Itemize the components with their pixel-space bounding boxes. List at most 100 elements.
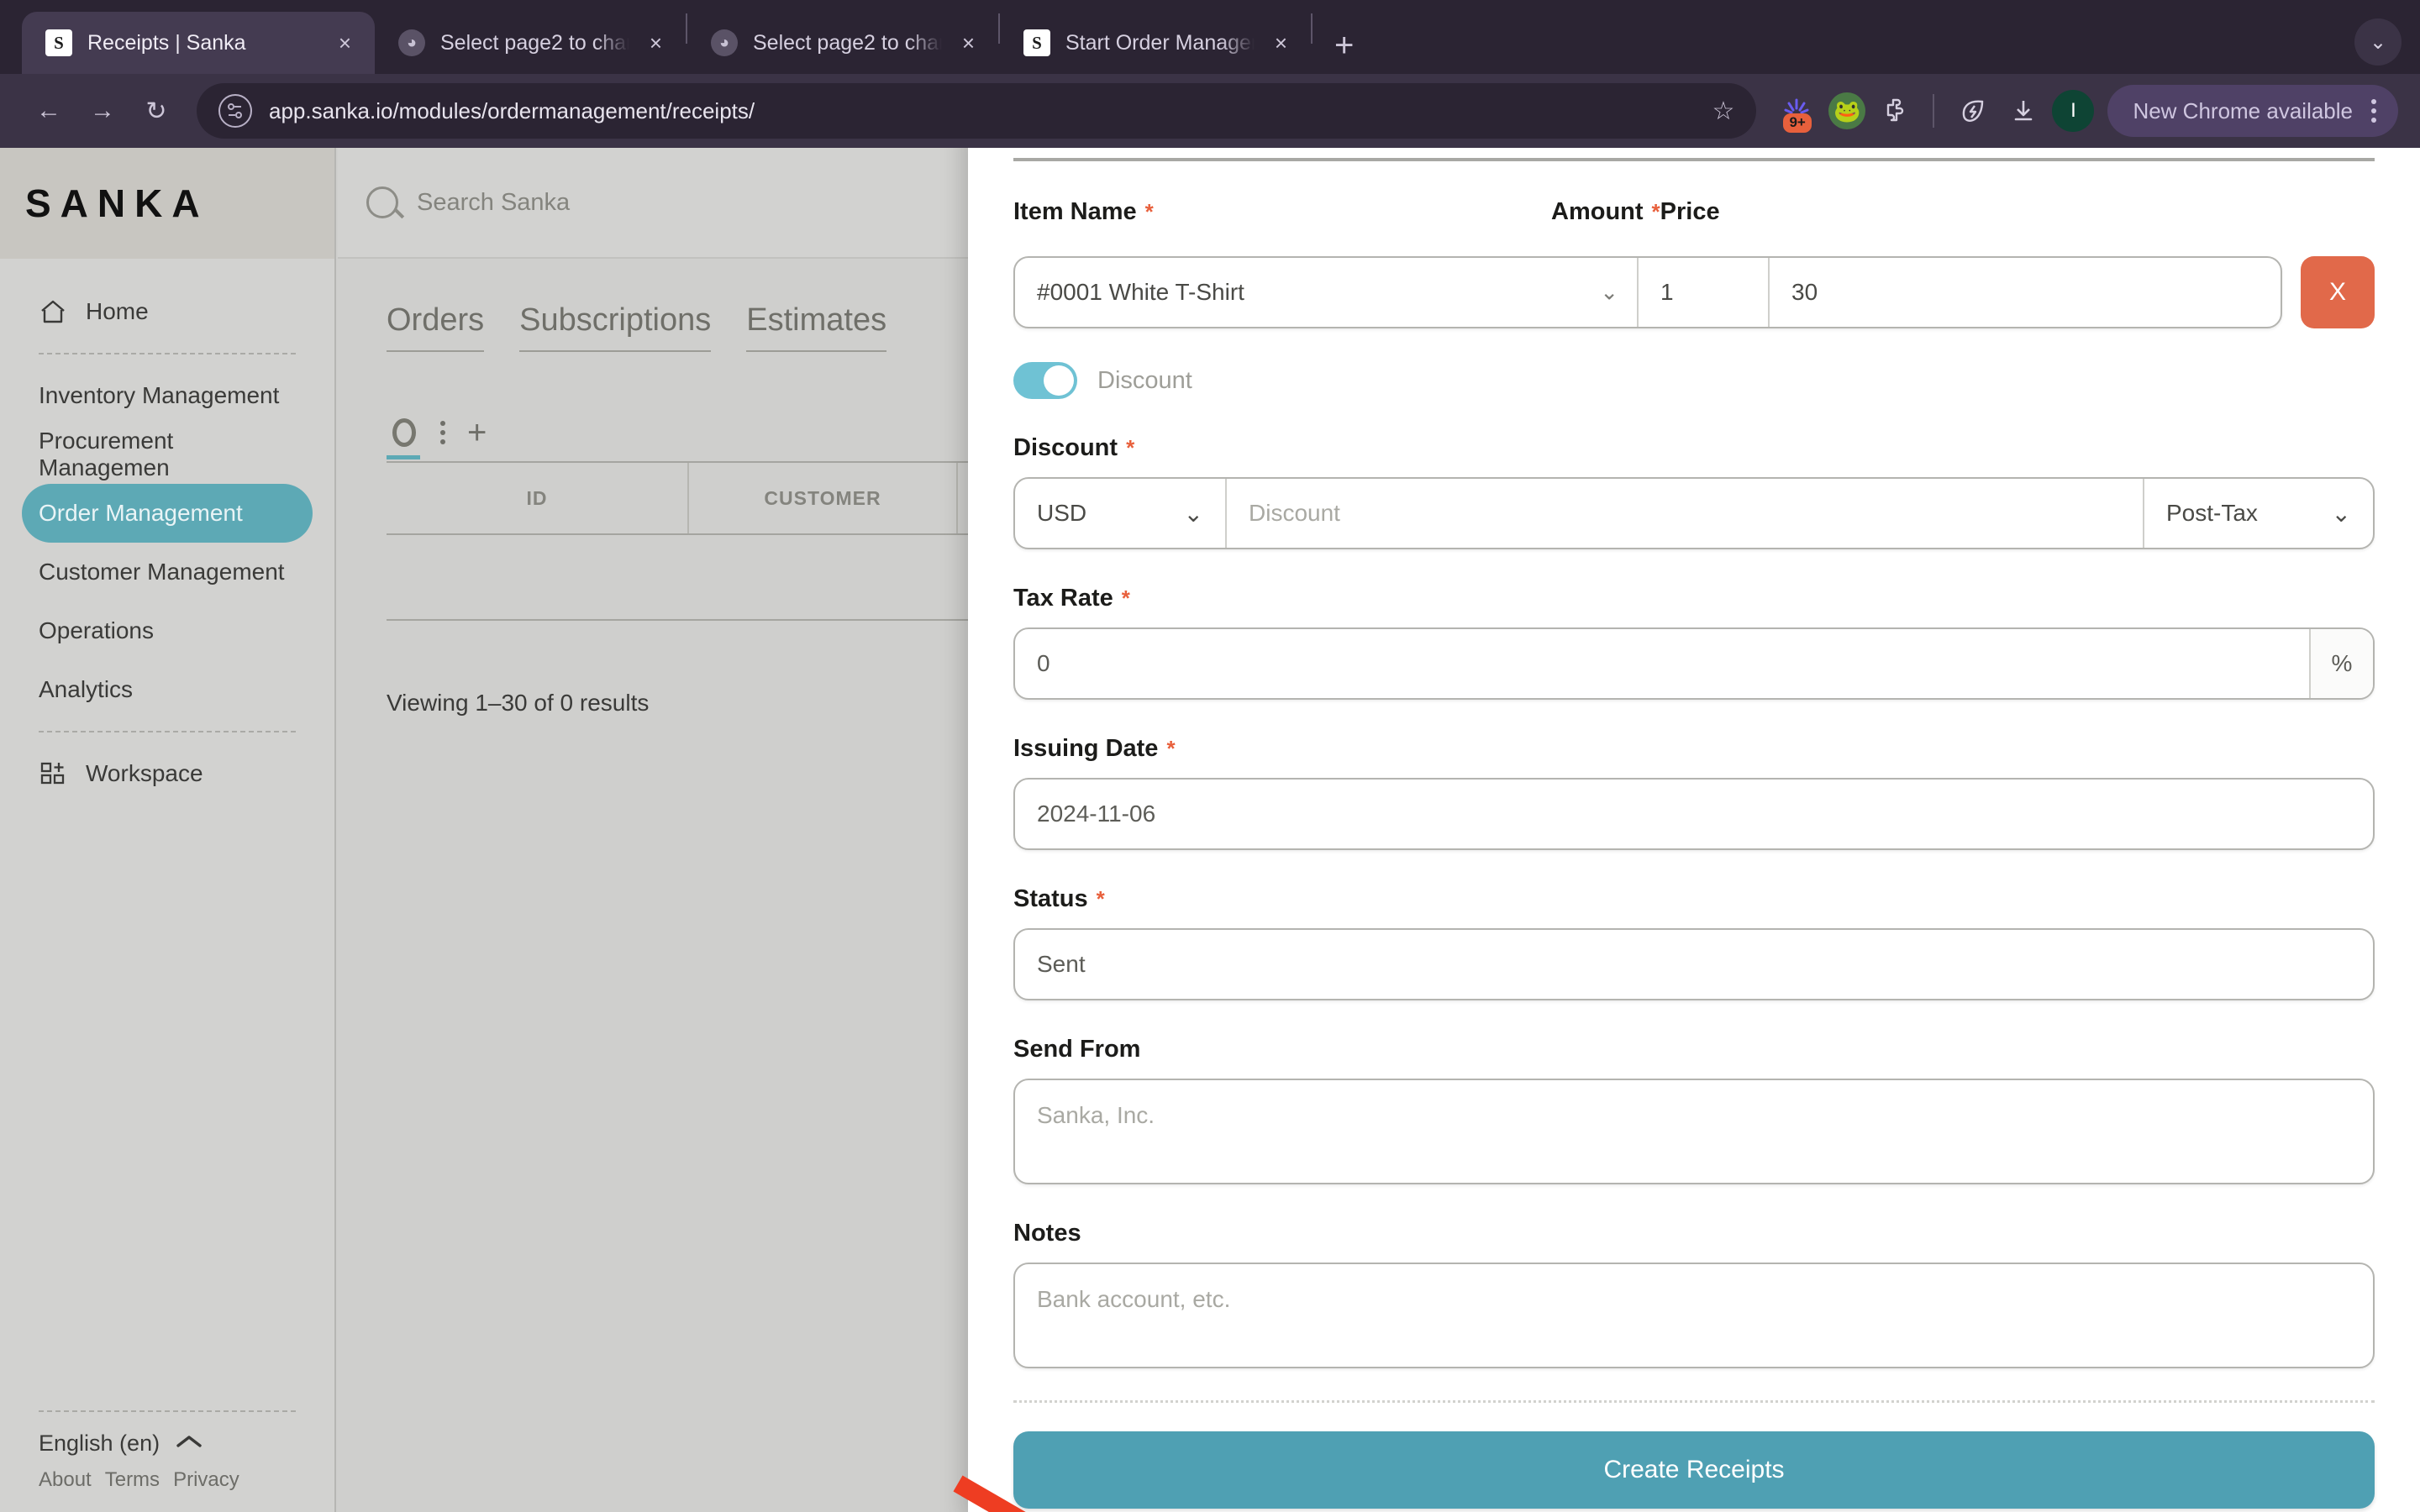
sidebar-item-customer-management[interactable]: Customer Management — [22, 543, 313, 601]
privacy-link[interactable]: Privacy — [173, 1468, 239, 1492]
discount-toggle-row: Discount — [1013, 362, 2375, 399]
required-marker: * — [1121, 585, 1130, 611]
browser-menu-icon[interactable] — [2371, 99, 2376, 123]
tab-estimates[interactable]: Estimates — [746, 302, 887, 352]
tax-rate-input-row: 0 % — [1013, 627, 2375, 700]
tax-rate-label: Tax Rate — [1013, 585, 1113, 612]
sidebar-item-procurement-management[interactable]: Procurement Managemen — [22, 425, 313, 484]
search-icon — [366, 186, 398, 218]
create-receipt-panel: Receipts Based Tax Item Based Tax No Tax… — [968, 148, 2420, 1512]
discount-label-group: Discount * — [1013, 434, 2375, 462]
back-arrow-icon[interactable]: ← — [22, 84, 76, 138]
chrome-update-button[interactable]: New Chrome available — [2107, 85, 2398, 137]
required-marker: * — [1096, 886, 1105, 911]
item-amount-input[interactable]: 1 — [1639, 258, 1770, 327]
terms-link[interactable]: Terms — [105, 1468, 160, 1492]
create-receipts-button[interactable]: Create Receipts — [1013, 1431, 2375, 1509]
site-settings-icon[interactable] — [218, 94, 252, 128]
about-link[interactable]: About — [39, 1468, 92, 1492]
profile-avatar[interactable]: I — [2052, 90, 2095, 132]
view-options-icon[interactable] — [440, 421, 445, 444]
browser-tab-title: Receipts | Sanka — [87, 30, 246, 55]
tab-orders[interactable]: Orders — [387, 302, 485, 352]
tax-rate-block: Tax Rate * 0 % — [1013, 585, 2375, 700]
discount-toggle-label: Discount — [1097, 366, 1192, 394]
forward-arrow-icon[interactable]: → — [76, 84, 129, 138]
add-view-button[interactable]: + — [467, 416, 487, 449]
legal-links: About Terms Privacy — [39, 1468, 296, 1492]
sidebar-item-label: Order Management — [39, 500, 243, 526]
reload-icon[interactable]: ↻ — [129, 84, 183, 138]
tab-close-icon[interactable]: × — [644, 30, 667, 56]
sidebar-nav: Home Inventory Management Procurement Ma… — [0, 259, 334, 803]
home-icon — [39, 297, 67, 326]
tab-close-icon[interactable]: × — [1270, 30, 1292, 56]
sidebar-item-label: Customer Management — [39, 559, 285, 585]
item-name-label: Item Name — [1013, 198, 1137, 225]
discount-toggle[interactable] — [1013, 362, 1077, 399]
sidebar-item-operations[interactable]: Operations — [22, 601, 313, 660]
sidebar-item-inventory-management[interactable]: Inventory Management — [22, 366, 313, 425]
frog-extension-icon[interactable]: 🐸 — [1823, 87, 1870, 134]
extensions-puzzle-icon[interactable] — [1874, 87, 1921, 134]
browser-tab-3[interactable]: S Start Order Management with × — [1000, 12, 1311, 74]
sidebar-item-label: Analytics — [39, 676, 134, 702]
new-tab-button[interactable]: + — [1313, 29, 1376, 74]
discount-amount-input[interactable]: Discount — [1227, 479, 2144, 548]
item-name-select[interactable]: #0001 White T-Shirt ⌄ — [1015, 258, 1639, 327]
price-label-group: Price — [1660, 198, 2375, 226]
browser-tab-2[interactable]: ◕ Select page2 to change | Djan × — [687, 12, 998, 74]
bookmark-star-icon[interactable]: ☆ — [1712, 97, 1735, 126]
tax-rate-input[interactable]: 0 — [1015, 629, 2309, 698]
discount-input-row: USD ⌄ Discount Post-Tax ⌄ — [1013, 477, 2375, 549]
status-input[interactable]: Sent — [1013, 928, 2375, 1000]
tax-rate-label-group: Tax Rate * — [1013, 585, 2375, 612]
remove-line-item-button[interactable]: X — [2301, 256, 2375, 328]
notes-label: Notes — [1013, 1220, 1081, 1247]
chevron-up-icon[interactable] — [175, 1433, 203, 1454]
sidebar-item-analytics[interactable]: Analytics — [22, 660, 313, 719]
send-from-textarea[interactable]: Sanka, Inc. — [1013, 1079, 2375, 1184]
sidebar-footer: English (en) About Terms Privacy — [0, 1410, 334, 1492]
tax-mode-tabs: Receipts Based Tax Item Based Tax No Tax… — [968, 148, 2420, 158]
status-block: Status * Sent — [1013, 885, 2375, 1000]
issuing-date-label-group: Issuing Date * — [1013, 735, 2375, 763]
browser-tab-title: Select page2 to change | Djan — [753, 30, 942, 55]
item-price-input[interactable]: 30 — [1770, 258, 2281, 327]
address-bar[interactable]: app.sanka.io/modules/ordermanagement/rec… — [197, 83, 1757, 139]
browser-tab-1[interactable]: ◕ Select page2 to change | Djan × — [375, 12, 686, 74]
sidebar-item-home[interactable]: Home — [22, 282, 313, 341]
downloads-icon[interactable] — [2000, 87, 2047, 134]
required-marker: * — [1144, 199, 1154, 224]
issuing-date-input[interactable]: 2024-11-06 — [1013, 778, 2375, 850]
sidebar-item-label: Workspace — [86, 760, 203, 786]
discount-mode-select[interactable]: Post-Tax ⌄ — [2144, 479, 2373, 548]
percent-suffix: % — [2309, 629, 2373, 698]
tab-close-icon[interactable]: × — [957, 30, 980, 56]
sidebar-item-order-management[interactable]: Order Management — [22, 484, 313, 543]
notes-textarea[interactable]: Bank account, etc. — [1013, 1263, 2375, 1368]
search-input[interactable]: Search Sanka — [417, 189, 570, 217]
sanka-logo[interactable]: SANKA — [0, 148, 334, 259]
performance-leaf-icon[interactable] — [1949, 87, 1996, 134]
language-selector[interactable]: English (en) — [39, 1431, 296, 1457]
sidebar-item-workspace[interactable]: Workspace — [22, 744, 313, 803]
item-row-labels: Item Name * Amount * Price — [1013, 198, 2375, 241]
notification-extension-icon[interactable]: 9+ — [1773, 87, 1820, 134]
sidebar-footer-divider — [39, 1410, 296, 1412]
sidebar-item-label: Operations — [39, 617, 154, 643]
browser-tab-0[interactable]: S Receipts | Sanka × — [22, 12, 375, 74]
receipt-form: Item Name * Amount * Price #0001 White T — [968, 161, 2420, 1368]
column-header-customer[interactable]: CUSTOMER — [689, 463, 958, 533]
send-from-block: Send From Sanka, Inc. — [1013, 1036, 2375, 1184]
browser-tabstrip: S Receipts | Sanka × ◕ Select page2 to c… — [0, 0, 2420, 74]
sidebar-item-label: Procurement Managemen — [39, 428, 174, 480]
discount-currency-select[interactable]: USD ⌄ — [1015, 479, 1227, 548]
tab-close-icon[interactable]: × — [334, 30, 356, 56]
status-label-group: Status * — [1013, 885, 2375, 913]
view-tab-active[interactable] — [387, 416, 420, 459]
tab-search-chevron-down-icon[interactable]: ⌄ — [2354, 18, 2402, 66]
tab-subscriptions[interactable]: Subscriptions — [519, 302, 712, 352]
view-active-underline — [387, 455, 420, 459]
column-header-id[interactable]: ID — [387, 463, 689, 533]
